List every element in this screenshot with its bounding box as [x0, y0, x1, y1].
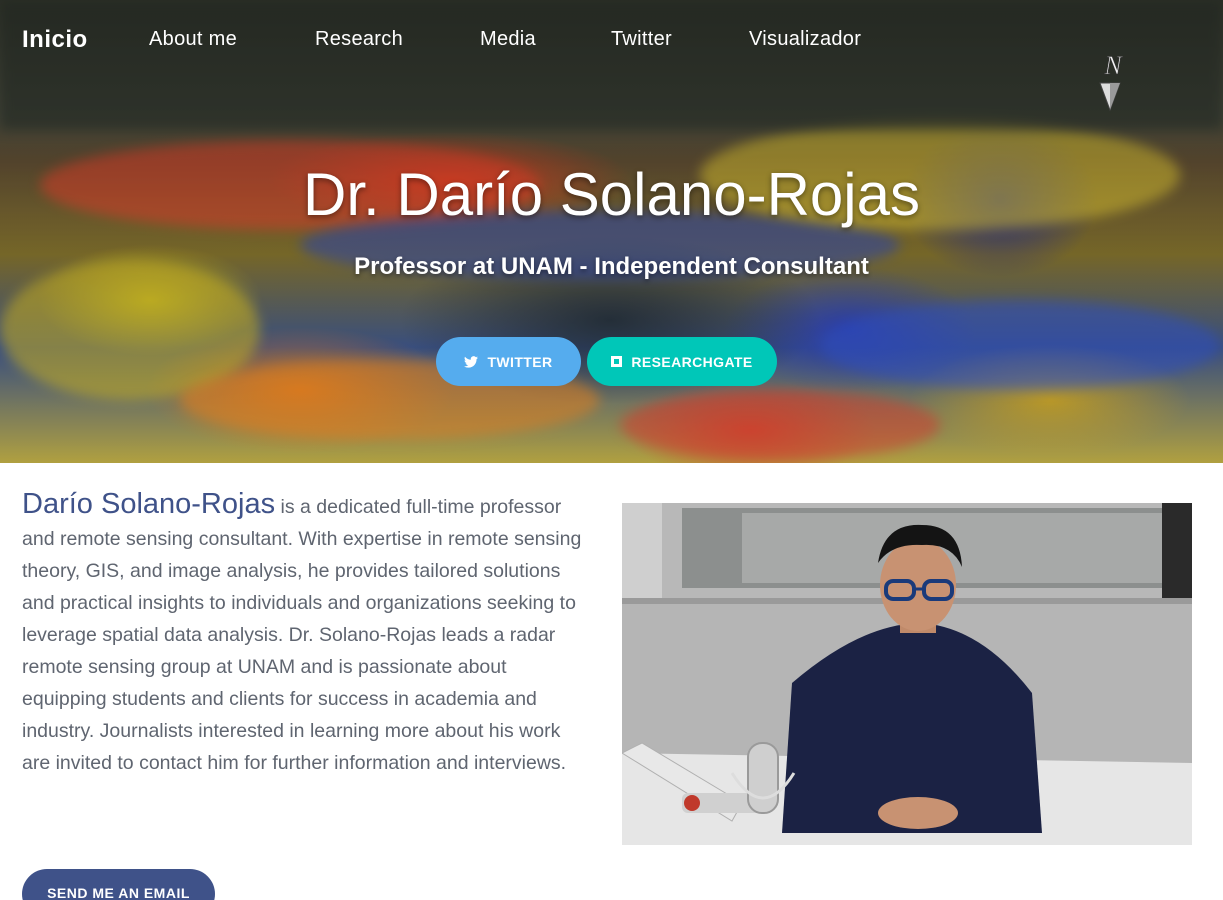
top-navigation: Inicio About me Research Media Twitter V… [0, 0, 1223, 78]
compass-letter: N [1103, 51, 1123, 80]
nav-link-media[interactable]: Media [480, 28, 536, 51]
nav-link-about[interactable]: About me [149, 28, 237, 51]
twitter-button[interactable]: TWITTER [436, 337, 581, 386]
north-arrow-icon: N [1099, 51, 1124, 112]
researchgate-button-label: RESEARCHGATE [631, 353, 753, 370]
nav-brand-home[interactable]: Inicio [22, 26, 88, 54]
nav-link-twitter[interactable]: Twitter [611, 28, 672, 51]
bio-name: Darío Solano-Rojas [22, 488, 276, 520]
nav-link-research[interactable]: Research [315, 28, 403, 51]
bio-text: is a dedicated full-time professor and r… [22, 496, 582, 774]
hero-title: Dr. Darío Solano-Rojas [303, 161, 920, 228]
twitter-icon [464, 355, 479, 368]
researchgate-icon [611, 356, 623, 367]
researchgate-button[interactable]: RESEARCHGATE [587, 337, 777, 386]
hero-subtitle: Professor at UNAM - Independent Consulta… [354, 253, 869, 280]
nav-link-visualizador[interactable]: Visualizador [749, 28, 861, 51]
profile-photo [622, 503, 1192, 845]
bio-paragraph: Darío Solano-Rojas is a dedicated full-t… [22, 488, 592, 779]
send-email-button[interactable]: SEND ME AN EMAIL [22, 869, 215, 900]
twitter-button-label: TWITTER [487, 353, 553, 370]
profile-photo-illustration [622, 503, 1192, 845]
hero-banner: Inicio About me Research Media Twitter V… [0, 0, 1223, 463]
